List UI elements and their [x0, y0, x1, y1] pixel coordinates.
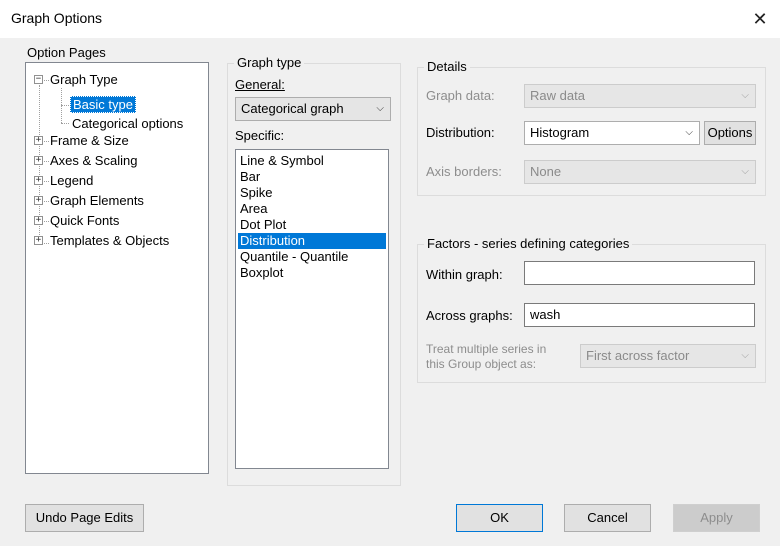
graph-data-label: Graph data: [426, 88, 495, 103]
expand-icon[interactable]: + [34, 176, 43, 185]
axis-borders-dropdown[interactable]: None ⌵ [524, 160, 756, 184]
tree-item-graph-elements[interactable]: Graph Elements [50, 193, 144, 208]
options-button[interactable]: Options [704, 121, 756, 145]
details-label: Details [424, 59, 470, 74]
window-title: Graph Options [11, 10, 103, 26]
tree-item-basic-type[interactable]: Basic type [70, 96, 136, 113]
axis-borders-value: None [530, 164, 562, 179]
list-item-area[interactable]: Area [238, 201, 267, 217]
list-item-boxplot[interactable]: Boxplot [238, 265, 283, 281]
list-item-bar[interactable]: Bar [238, 169, 260, 185]
specific-list[interactable]: Line & Symbol Bar Spike Area Dot Plot Di… [235, 149, 389, 469]
tree-item-templates-objects[interactable]: Templates & Objects [50, 233, 169, 248]
apply-button[interactable]: Apply [673, 504, 760, 532]
chevron-down-icon: ⌵ [376, 103, 384, 114]
close-icon[interactable]: ✕ [745, 5, 775, 33]
factors-label: Factors - series defining categories [424, 236, 633, 251]
list-item-quantile-quantile[interactable]: Quantile - Quantile [238, 249, 348, 265]
expand-icon[interactable]: + [34, 156, 43, 165]
option-pages-group: Option Pages − Graph Type Basic type Cat… [25, 45, 209, 474]
distribution-dropdown[interactable]: Histogram ⌵ [524, 121, 700, 145]
general-value: Categorical graph [241, 101, 344, 116]
expand-icon[interactable]: + [34, 136, 43, 145]
list-item-spike[interactable]: Spike [238, 185, 273, 201]
expand-icon[interactable]: + [34, 216, 43, 225]
list-item-dot-plot[interactable]: Dot Plot [238, 217, 286, 233]
treat-value: First across factor [586, 348, 690, 363]
within-graph-input[interactable] [524, 261, 755, 285]
distribution-value: Histogram [530, 125, 590, 140]
general-label: General: [235, 77, 285, 92]
cancel-button[interactable]: Cancel [564, 504, 651, 532]
title-bar: Graph Options ✕ [0, 0, 780, 38]
treat-label-line1: Treat multiple series in [426, 342, 547, 356]
details-group: Details Graph data: Raw data ⌵ Distribut… [417, 59, 766, 196]
collapse-icon[interactable]: − [34, 75, 43, 84]
list-item-line-symbol[interactable]: Line & Symbol [238, 153, 324, 169]
expand-icon[interactable]: + [34, 196, 43, 205]
general-dropdown[interactable]: Categorical graph ⌵ [235, 97, 391, 121]
option-pages-label: Option Pages [27, 45, 106, 60]
tree-item-frame-size[interactable]: Frame & Size [50, 133, 129, 148]
chevron-down-icon: ⌵ [685, 127, 693, 138]
ok-button[interactable]: OK [456, 504, 543, 532]
tree-item-categorical-options[interactable]: Categorical options [72, 116, 183, 131]
factors-group: Factors - series defining categories Wit… [417, 236, 766, 383]
graph-type-label: Graph type [234, 55, 305, 70]
graph-data-dropdown[interactable]: Raw data ⌵ [524, 84, 756, 108]
distribution-label: Distribution: [426, 125, 495, 140]
chevron-down-icon: ⌵ [741, 90, 749, 101]
tree-item-axes-scaling[interactable]: Axes & Scaling [50, 153, 137, 168]
specific-label: Specific: [235, 128, 285, 143]
expand-icon[interactable]: + [34, 236, 43, 245]
graph-type-group: Graph type General: Categorical graph ⌵ … [227, 55, 401, 486]
tree-item-legend[interactable]: Legend [50, 173, 93, 188]
treat-label-line2: this Group object as: [426, 357, 537, 371]
across-graphs-input[interactable]: wash [524, 303, 755, 327]
across-graphs-label: Across graphs: [426, 308, 513, 323]
axis-borders-label: Axis borders: [426, 164, 502, 179]
chevron-down-icon: ⌵ [741, 166, 749, 177]
tree-item-graph-type[interactable]: Graph Type [50, 72, 118, 87]
graph-data-value: Raw data [530, 88, 585, 103]
chevron-down-icon: ⌵ [741, 350, 749, 361]
undo-page-edits-button[interactable]: Undo Page Edits [25, 504, 144, 532]
option-pages-tree[interactable]: − Graph Type Basic type Categorical opti… [25, 62, 209, 474]
treat-dropdown[interactable]: First across factor ⌵ [580, 344, 756, 368]
list-item-distribution[interactable]: Distribution [238, 233, 386, 249]
tree-item-quick-fonts[interactable]: Quick Fonts [50, 213, 119, 228]
within-graph-label: Within graph: [426, 267, 503, 282]
